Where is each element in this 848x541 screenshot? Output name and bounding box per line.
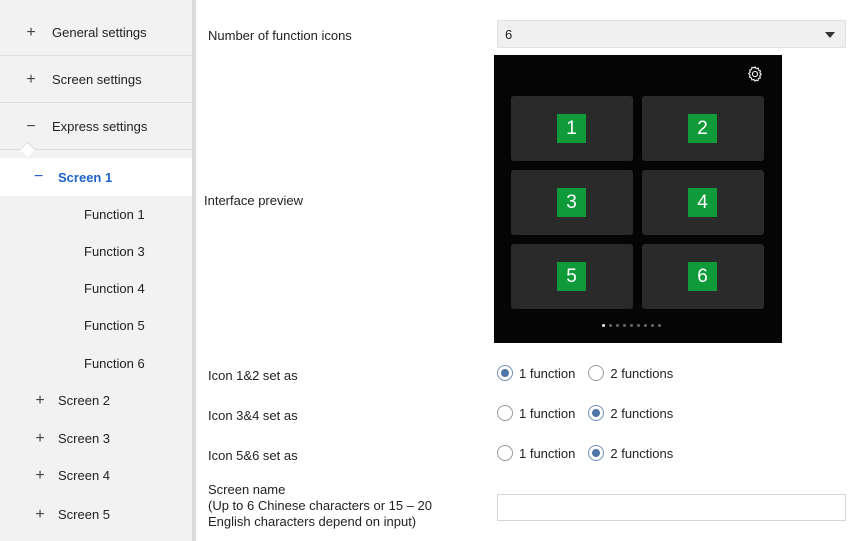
radio-label: 2 functions	[610, 445, 674, 461]
sidebar-item-label: Function 6	[84, 356, 145, 371]
sidebar-item-label: Function 4	[84, 281, 145, 296]
icon-5-6-radio-group: 1 function 2 functions	[497, 445, 686, 461]
page-dot	[609, 324, 612, 327]
page-dot	[658, 324, 661, 327]
sidebar-item-screen-5[interactable]: + Screen 5	[0, 496, 192, 533]
sidebar-item-label: Screen 1	[58, 169, 113, 185]
radio-2-functions[interactable]	[588, 445, 605, 461]
screen-name-input[interactable]	[497, 494, 846, 521]
screen-name-label: Screen name (Up to 6 Chinese characters …	[208, 482, 432, 530]
sidebar: + General settings + Screen settings − E…	[0, 0, 196, 541]
radio-2-functions[interactable]	[588, 405, 605, 421]
expand-icon: +	[26, 70, 36, 88]
preview-label: Interface preview	[204, 193, 303, 208]
preview-tile-5: 5	[511, 244, 633, 309]
sidebar-divider	[192, 0, 196, 541]
page-dot	[630, 324, 633, 327]
collapse-icon: −	[26, 117, 36, 135]
sidebar-item-label: Function 1	[84, 207, 145, 222]
tile-number: 5	[557, 262, 586, 291]
icon-1-2-radio-group: 1 function 2 functions	[497, 365, 686, 381]
tile-number: 3	[557, 188, 586, 217]
sidebar-item-label: Screen 2	[58, 393, 111, 408]
icon-3-4-label: Icon 3&4 set as	[208, 408, 298, 423]
radio-2-functions[interactable]	[588, 365, 605, 381]
sidebar-item-label: Screen 5	[58, 507, 111, 522]
page-dot	[623, 324, 626, 327]
page-dot	[602, 324, 605, 327]
collapse-icon: −	[34, 168, 44, 185]
page-dot	[651, 324, 654, 327]
tile-number: 4	[688, 188, 717, 217]
tile-number: 6	[688, 262, 717, 291]
radio-label: 1 function	[519, 405, 576, 421]
sidebar-item-function-3[interactable]: Function 3	[0, 233, 192, 270]
radio-label: 1 function	[519, 365, 576, 381]
sidebar-item-general-settings[interactable]: + General settings	[0, 10, 192, 56]
expand-icon: +	[26, 23, 36, 41]
sidebar-item-function-5[interactable]: Function 5	[0, 307, 192, 344]
tile-number: 1	[557, 114, 586, 143]
chevron-down-icon	[825, 32, 835, 38]
sidebar-item-label: Express settings	[52, 119, 148, 134]
preview-tile-4: 4	[642, 170, 764, 235]
expand-icon: +	[35, 505, 45, 523]
select-value: 6	[505, 26, 513, 42]
tile-number: 2	[688, 114, 717, 143]
sidebar-item-function-1[interactable]: Function 1	[0, 196, 192, 233]
sidebar-item-label: Screen settings	[52, 72, 142, 87]
gear-icon	[748, 66, 762, 82]
radio-1-function[interactable]	[497, 405, 513, 421]
sidebar-item-screen-4[interactable]: + Screen 4	[0, 457, 192, 494]
preview-tile-2: 2	[642, 96, 764, 161]
page-dot	[644, 324, 647, 327]
preview-tile-3: 3	[511, 170, 633, 235]
radio-label: 2 functions	[610, 405, 674, 421]
sidebar-item-screen-1[interactable]: − Screen 1	[0, 158, 196, 196]
sidebar-item-label: Screen 4	[58, 468, 111, 483]
sidebar-item-screen-3[interactable]: + Screen 3	[0, 420, 192, 457]
num-icons-select[interactable]: 6	[497, 20, 846, 48]
expand-icon: +	[35, 429, 45, 447]
icon-1-2-label: Icon 1&2 set as	[208, 368, 298, 383]
interface-preview: 1 2 3 4 5 6	[494, 55, 782, 343]
sidebar-item-screen-2[interactable]: + Screen 2	[0, 382, 192, 419]
sidebar-item-label: Screen 3	[58, 431, 111, 446]
screen-name-label-line: English characters depend on input)	[208, 514, 417, 529]
screen-name-label-line: Screen name	[208, 482, 286, 497]
radio-1-function[interactable]	[497, 365, 513, 381]
preview-tile-1: 1	[511, 96, 633, 161]
page-dot	[637, 324, 640, 327]
sidebar-item-label: Function 5	[84, 318, 145, 333]
screen-name-label-line: (Up to 6 Chinese characters or 15 – 20	[208, 498, 433, 513]
preview-tile-6: 6	[642, 244, 764, 309]
sidebar-item-function-4[interactable]: Function 4	[0, 270, 192, 307]
radio-label: 2 functions	[610, 365, 674, 381]
sidebar-item-label: General settings	[52, 25, 147, 40]
icon-3-4-radio-group: 1 function 2 functions	[497, 405, 686, 421]
num-icons-label: Number of function icons	[208, 28, 352, 43]
icon-5-6-label: Icon 5&6 set as	[208, 448, 298, 463]
expand-icon: +	[35, 466, 45, 484]
expand-icon: +	[35, 391, 45, 409]
sidebar-item-screen-settings[interactable]: + Screen settings	[0, 57, 192, 103]
sidebar-item-label: Function 3	[84, 244, 145, 259]
page-dot	[616, 324, 619, 327]
sidebar-item-function-6[interactable]: Function 6	[0, 345, 192, 382]
radio-label: 1 function	[519, 445, 576, 461]
radio-1-function[interactable]	[497, 445, 513, 461]
page-indicator	[602, 324, 661, 327]
